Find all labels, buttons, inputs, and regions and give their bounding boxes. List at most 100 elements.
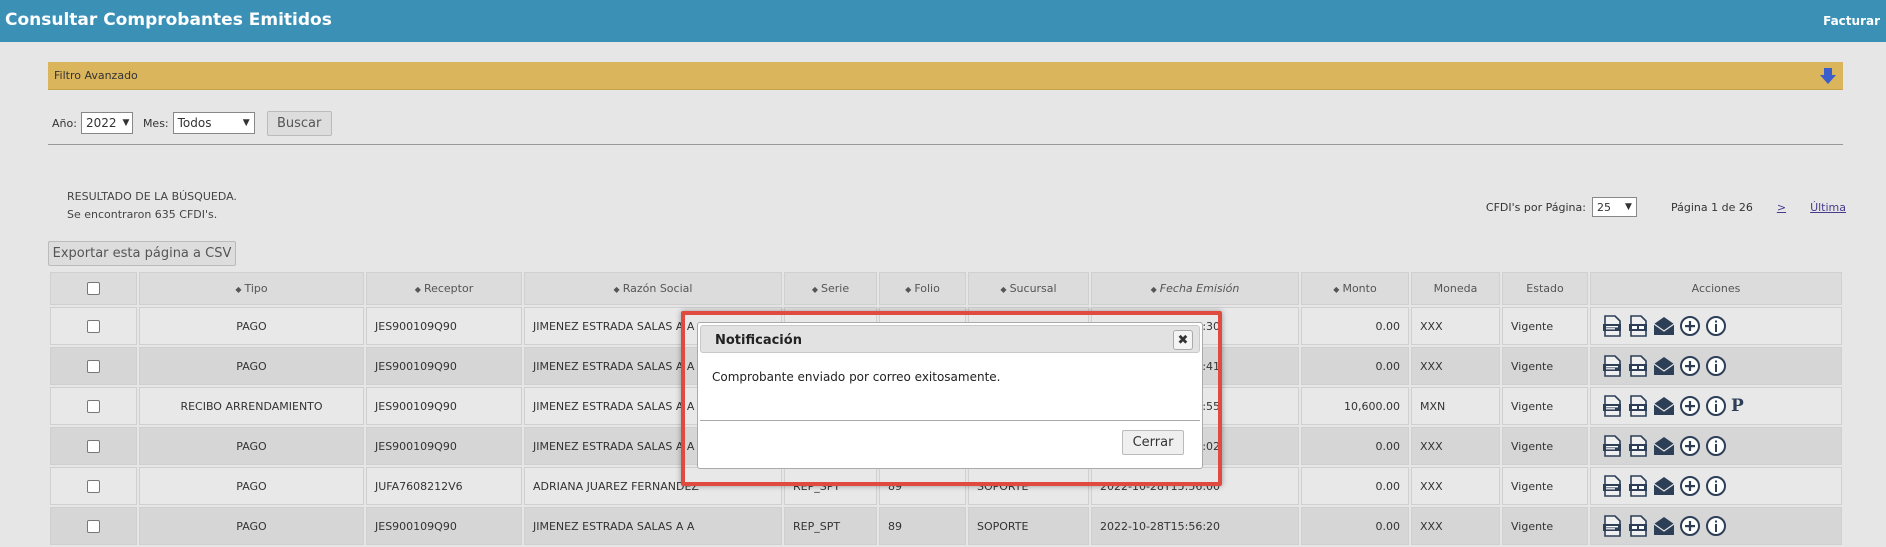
header-serie[interactable]: ◆ Serie xyxy=(784,272,877,305)
top-bar: Consultar Comprobantes Emitidos Facturar xyxy=(0,0,1886,42)
table-row: PAGO JES900109Q90 JIMENEZ ESTRADA SALAS … xyxy=(50,507,1842,545)
pdf-file-icon[interactable] xyxy=(1627,315,1649,337)
cell-sucursal: SOPORTE xyxy=(968,507,1089,545)
sort-icon: ◆ xyxy=(1333,285,1340,294)
xml-file-icon[interactable] xyxy=(1601,435,1623,457)
last-page-link[interactable]: Última xyxy=(1810,201,1846,214)
pdf-file-icon[interactable] xyxy=(1627,515,1649,537)
envelope-icon[interactable] xyxy=(1653,395,1675,417)
pdf-file-icon[interactable] xyxy=(1627,475,1649,497)
envelope-icon[interactable] xyxy=(1653,435,1675,457)
cell-receptor: JES900109Q90 xyxy=(366,347,522,385)
p-badge-icon[interactable]: P xyxy=(1731,396,1744,416)
xml-file-icon[interactable] xyxy=(1601,515,1623,537)
divider xyxy=(48,144,1843,145)
year-select-value: 2022 xyxy=(85,116,117,130)
xml-file-icon[interactable] xyxy=(1601,315,1623,337)
plus-circle-icon[interactable] xyxy=(1679,315,1701,337)
row-actions xyxy=(1599,435,1833,457)
month-label: Mes: xyxy=(142,116,169,130)
row-checkbox[interactable] xyxy=(87,359,100,373)
per-page-select[interactable]: 25 ▼ xyxy=(1591,197,1637,217)
plus-circle-icon[interactable] xyxy=(1679,395,1701,417)
dialog-divider xyxy=(700,420,1200,421)
row-checkbox[interactable] xyxy=(87,479,100,493)
xml-file-icon[interactable] xyxy=(1601,475,1623,497)
pdf-file-icon[interactable] xyxy=(1627,435,1649,457)
advanced-filter-bar[interactable]: Filtro Avanzado xyxy=(48,62,1843,90)
pdf-file-icon[interactable] xyxy=(1627,355,1649,377)
row-checkbox[interactable] xyxy=(87,319,100,333)
cell-acciones xyxy=(1590,427,1842,465)
plus-circle-icon[interactable] xyxy=(1679,515,1701,537)
pdf-file-icon[interactable] xyxy=(1627,395,1649,417)
row-checkbox[interactable] xyxy=(87,399,100,413)
page-title: Consultar Comprobantes Emitidos xyxy=(5,10,332,30)
sort-icon: ◆ xyxy=(811,285,819,294)
header-folio[interactable]: ◆ Folio xyxy=(879,272,966,305)
year-label: Año: xyxy=(52,116,77,130)
header-razon-social[interactable]: ◆ Razón Social xyxy=(524,272,782,305)
envelope-icon[interactable] xyxy=(1653,355,1675,377)
info-circle-icon[interactable] xyxy=(1705,395,1727,417)
facturar-link[interactable]: Facturar xyxy=(1823,14,1880,28)
header-moneda: Moneda xyxy=(1411,272,1500,305)
notification-dialog: Notificación ✖ Comprobante enviado por c… xyxy=(697,322,1203,469)
row-actions xyxy=(1599,355,1833,377)
header-sucursal[interactable]: ◆ Sucursal xyxy=(968,272,1089,305)
info-circle-icon[interactable] xyxy=(1705,315,1727,337)
sort-icon: ◆ xyxy=(414,285,421,294)
header-receptor[interactable]: ◆ Receptor xyxy=(366,272,522,305)
row-checkbox[interactable] xyxy=(87,519,100,533)
cell-estado: Vigente xyxy=(1502,387,1588,425)
arrow-down-icon[interactable] xyxy=(1819,67,1837,85)
chevron-down-icon: ▼ xyxy=(122,118,130,128)
cell-monto: 0.00 xyxy=(1301,347,1409,385)
sort-icon: ◆ xyxy=(905,285,912,294)
envelope-icon[interactable] xyxy=(1653,515,1675,537)
xml-file-icon[interactable] xyxy=(1601,355,1623,377)
next-page-link[interactable]: > xyxy=(1777,201,1786,214)
date-filter-form: Año: 2022 ▼ Mes: Todos ▼ Buscar xyxy=(52,110,332,136)
cell-fecha-emision: 2022-10-28T15:56:20 xyxy=(1091,507,1299,545)
dialog-message: Comprobante enviado por correo exitosame… xyxy=(712,370,1001,384)
search-result-summary: RESULTADO DE LA BÚSQUEDA. Se encontraron… xyxy=(67,188,237,224)
month-select-value: Todos xyxy=(177,116,212,130)
xml-file-icon[interactable] xyxy=(1601,395,1623,417)
export-csv-button[interactable]: Exportar esta página a CSV xyxy=(48,241,236,266)
cell-estado: Vigente xyxy=(1502,507,1588,545)
close-icon[interactable]: ✖ xyxy=(1173,330,1193,350)
row-select-cell xyxy=(50,347,137,385)
row-checkbox[interactable] xyxy=(87,439,100,453)
cell-moneda: XXX xyxy=(1411,347,1500,385)
search-button[interactable]: Buscar xyxy=(266,110,332,136)
row-select-cell xyxy=(50,387,137,425)
month-select[interactable]: Todos ▼ xyxy=(172,112,255,134)
cell-monto: 10,600.00 xyxy=(1301,387,1409,425)
plus-circle-icon[interactable] xyxy=(1679,355,1701,377)
header-monto[interactable]: ◆ Monto xyxy=(1301,272,1409,305)
info-circle-icon[interactable] xyxy=(1705,475,1727,497)
info-circle-icon[interactable] xyxy=(1705,515,1727,537)
cell-moneda: XXX xyxy=(1411,427,1500,465)
row-select-cell xyxy=(50,467,137,505)
cell-moneda: XXX xyxy=(1411,467,1500,505)
row-select-cell xyxy=(50,307,137,345)
cell-estado: Vigente xyxy=(1502,427,1588,465)
close-button[interactable]: Cerrar xyxy=(1122,430,1184,455)
per-page-value: 25 xyxy=(1596,200,1611,214)
year-select[interactable]: 2022 ▼ xyxy=(80,112,133,134)
header-tipo[interactable]: ◆ Tipo xyxy=(139,272,364,305)
info-circle-icon[interactable] xyxy=(1705,435,1727,457)
cell-receptor: JES900109Q90 xyxy=(366,427,522,465)
row-actions xyxy=(1599,515,1833,537)
plus-circle-icon[interactable] xyxy=(1679,435,1701,457)
envelope-icon[interactable] xyxy=(1653,315,1675,337)
select-all-checkbox[interactable] xyxy=(87,282,100,296)
dialog-header: Notificación ✖ xyxy=(700,325,1200,353)
plus-circle-icon[interactable] xyxy=(1679,475,1701,497)
result-count: Se encontraron 635 CFDI's. xyxy=(67,208,218,221)
header-fecha-emision[interactable]: ◆ Fecha Emisión xyxy=(1091,272,1299,305)
info-circle-icon[interactable] xyxy=(1705,355,1727,377)
envelope-icon[interactable] xyxy=(1653,475,1675,497)
